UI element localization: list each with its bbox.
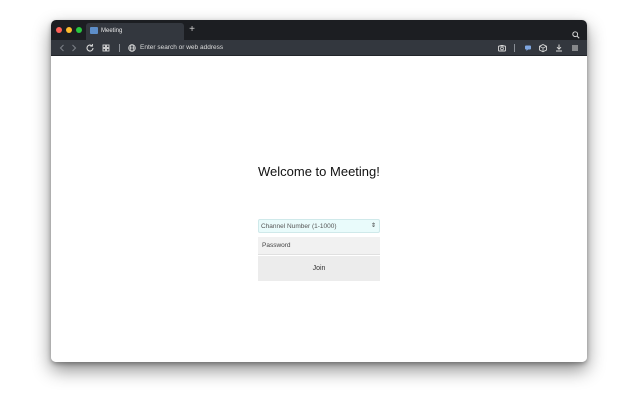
close-window-button[interactable]: [56, 27, 62, 33]
meeting-favicon-icon: [90, 27, 98, 34]
channel-number-select[interactable]: Channel Number (1-1000) ⇕: [258, 219, 380, 233]
reload-icon[interactable]: [85, 43, 95, 53]
menu-icon[interactable]: [570, 43, 580, 53]
tab-meeting[interactable]: Meeting: [86, 23, 184, 40]
search-icon[interactable]: [572, 26, 580, 39]
page-content: Welcome to Meeting! Channel Number (1-10…: [51, 57, 587, 362]
tab-title: Meeting: [101, 28, 123, 34]
camera-icon[interactable]: [497, 43, 507, 53]
address-field[interactable]: Enter search or web address: [140, 44, 223, 52]
toolbar-divider-right: [514, 44, 515, 52]
chevron-left-icon[interactable]: [57, 43, 67, 53]
download-icon[interactable]: [554, 43, 564, 53]
grid-icon[interactable]: [101, 43, 111, 53]
browser-window: Meeting + Enter search or web address We…: [51, 20, 587, 362]
page-title: Welcome to Meeting!: [258, 164, 380, 179]
tab-bar: Meeting +: [51, 20, 587, 40]
password-field[interactable]: [258, 237, 380, 255]
zoom-window-button[interactable]: [76, 27, 82, 33]
address-toolbar: Enter search or web address: [51, 40, 587, 56]
new-tab-button[interactable]: +: [187, 24, 197, 36]
channel-select-value: Channel Number (1-1000): [261, 223, 337, 230]
cube-icon[interactable]: [538, 43, 548, 53]
select-arrows-icon: ⇕: [370, 223, 376, 229]
chevron-right-icon[interactable]: [69, 43, 79, 53]
globe-icon[interactable]: [127, 43, 137, 53]
join-button[interactable]: Join: [258, 256, 380, 281]
minimize-window-button[interactable]: [66, 27, 72, 33]
chat-icon[interactable]: [523, 43, 533, 53]
toolbar-divider: [119, 44, 120, 52]
